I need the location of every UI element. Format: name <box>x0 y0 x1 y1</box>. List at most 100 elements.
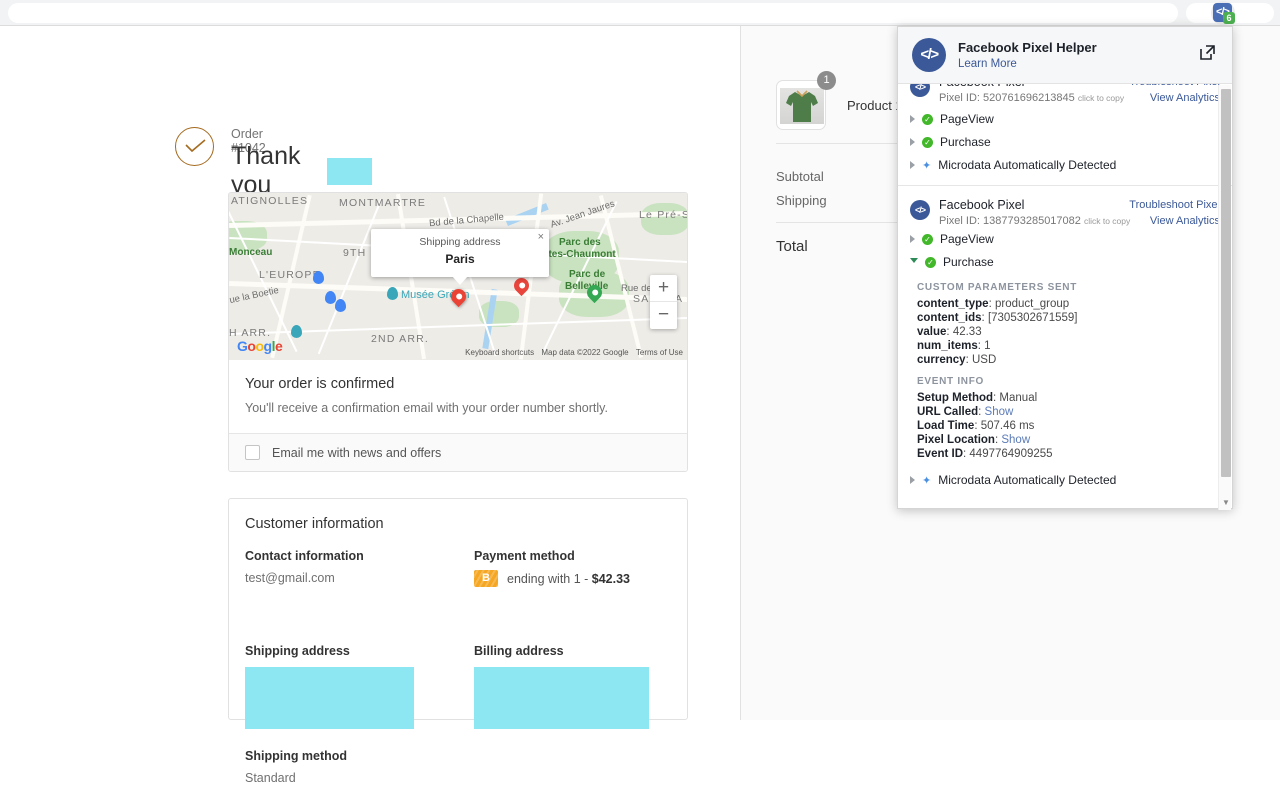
facebook-pixel-helper-popup[interactable]: </> Facebook Pixel Helper Learn More </>… <box>897 26 1233 510</box>
pixel-helper-header: </> Facebook Pixel Helper Learn More <box>898 27 1232 84</box>
payment-method-row: B ending with 1 - $42.33 <box>474 570 689 587</box>
sparkle-icon: ✦ <box>922 474 932 487</box>
map-zoom-controls[interactable]: + − <box>650 275 677 329</box>
close-icon[interactable]: × <box>538 231 544 243</box>
map-credits: Keyboard shortcuts Map data ©2022 Google… <box>460 348 683 357</box>
browser-toolbar <box>0 0 1280 26</box>
keyboard-shortcuts-link[interactable]: Keyboard shortcuts <box>465 348 534 357</box>
pixel-list-scroll-area[interactable]: </> Facebook Pixel Pixel ID: 52076169621… <box>898 84 1232 509</box>
scroll-down-arrow-icon[interactable]: ▼ <box>1222 498 1230 507</box>
confirmation-body: Your order is confirmed You'll receive a… <box>229 360 687 433</box>
event-name: PageView <box>940 232 994 246</box>
click-to-copy-hint: click to copy <box>1077 93 1125 103</box>
order-confirmed-title: Your order is confirmed <box>245 376 395 392</box>
custom-parameter: content_ids: [7305302671559] <box>917 312 1078 324</box>
info-key: Setup Method <box>917 392 994 404</box>
product-thumbnail-wrapper: 1 <box>776 71 836 130</box>
event-info-row: Setup Method: Manual <box>917 392 1038 404</box>
order-details-column: Order #1042 Thank you ATIGNOLLES MONTMAR… <box>0 26 739 785</box>
param-key: content_ids <box>917 312 982 324</box>
show-link[interactable]: Show <box>985 406 1014 418</box>
pixel-block: </> Facebook Pixel Pixel ID: 13877932850… <box>898 186 1232 500</box>
shipping-address-map[interactable]: ATIGNOLLES MONTMARTRE Bd de la Chapelle … <box>229 193 687 360</box>
payment-text-prefix: ending with 1 - <box>507 571 592 586</box>
map-label: MONTMARTRE <box>339 197 427 209</box>
pixel-event-row[interactable]: ✦ Microdata Automatically Detected <box>898 153 1232 176</box>
info-value: Manual <box>999 392 1038 404</box>
customer-name-redaction <box>326 157 373 185</box>
map-label: 9TH <box>343 247 367 259</box>
shipping-method-block: Shipping method Standard <box>245 749 671 785</box>
show-link[interactable]: Show <box>1001 434 1030 446</box>
pixel-identity: Facebook Pixel Pixel ID: 138779328501708… <box>939 198 1130 227</box>
chevron-right-icon[interactable] <box>910 476 915 484</box>
custom-parameter: num_items: 1 <box>917 340 991 352</box>
pixel-event-row[interactable]: ✦ Microdata Automatically Detected <box>898 468 1232 491</box>
shipping-method-value: Standard <box>245 771 296 785</box>
pixel-id[interactable]: Pixel ID: 1387793285017082 click to copy <box>939 215 1130 227</box>
pixel-links: Troubleshoot Pixel View Analytics <box>1129 199 1220 231</box>
map-label: SA <box>633 293 650 305</box>
chevron-right-icon[interactable] <box>910 138 915 146</box>
info-key: URL Called <box>917 406 979 418</box>
pixel-name: Facebook Pixel <box>939 84 1124 89</box>
event-info-row: Pixel Location: Show <box>917 434 1031 446</box>
newsletter-checkbox[interactable] <box>245 445 260 460</box>
param-value: USD <box>971 354 997 366</box>
troubleshoot-pixel-link[interactable]: Troubleshoot Pixel <box>1129 84 1220 88</box>
pixel-event-row-expanded[interactable]: ✓ Purchase <box>898 250 1232 273</box>
custom-parameters-title: CUSTOM PARAMETERS SENT <box>917 282 1078 293</box>
chevron-right-icon[interactable] <box>910 161 915 169</box>
view-analytics-link[interactable]: View Analytics <box>1129 215 1220 227</box>
shipping-method-heading: Shipping method <box>245 749 348 763</box>
payment-method-block: Payment method B ending with 1 - $42.33 <box>474 549 689 587</box>
pixel-event-row[interactable]: ✓ Purchase <box>898 130 1232 153</box>
address-bar[interactable] <box>8 3 1178 23</box>
payment-amount: $42.33 <box>591 571 631 586</box>
popup-scrollbar[interactable]: ▼ <box>1218 85 1231 510</box>
info-key: Event ID <box>917 448 964 460</box>
troubleshoot-pixel-link[interactable]: Troubleshoot Pixel <box>1129 199 1220 211</box>
subtotal-label: Subtotal <box>776 169 824 184</box>
shipping-address-block: Shipping address <box>245 644 460 729</box>
pixel-id-text: Pixel ID: 520761696213845 <box>939 92 1075 104</box>
pixel-id[interactable]: Pixel ID: 520761696213845 click to copy <box>939 92 1124 104</box>
scrollbar-thumb[interactable] <box>1221 89 1231 477</box>
pixel-event-row[interactable]: ✓ PageView <box>898 107 1232 130</box>
shipping-label: Shipping <box>776 193 827 208</box>
map-poi-icon <box>387 287 398 300</box>
chevron-right-icon[interactable] <box>910 235 915 243</box>
shipping-address-heading: Shipping address <box>245 644 350 658</box>
view-analytics-link[interactable]: View Analytics <box>1129 92 1220 104</box>
event-info-title: EVENT INFO <box>917 376 985 387</box>
order-confirmed-subtitle: You'll receive a confirmation email with… <box>245 401 608 415</box>
order-confirmed-check-icon <box>175 127 214 166</box>
chevron-right-icon[interactable] <box>910 115 915 123</box>
newsletter-optin-row[interactable]: Email me with news and offers <box>229 433 687 471</box>
map-poi-icon <box>313 271 324 284</box>
pixel-links: Troubleshoot Pixel View Analytics <box>1129 84 1220 108</box>
map-info-window: Shipping address Paris × <box>371 229 549 285</box>
chevron-down-icon[interactable] <box>910 257 918 267</box>
customer-information-card: Customer information Contact information… <box>228 498 689 785</box>
pixel-block: </> Facebook Pixel Pixel ID: 52076169621… <box>898 84 1232 186</box>
map-poi-icon <box>325 291 336 304</box>
payment-method-value: ending with 1 - $42.33 <box>507 572 630 586</box>
learn-more-link[interactable]: Learn More <box>958 58 1097 70</box>
event-name: PageView <box>940 112 994 126</box>
extension-badge-count: 6 <box>1223 12 1235 24</box>
product-name: Product 1 <box>847 97 903 113</box>
external-link-icon[interactable] <box>1199 44 1216 61</box>
map-poi-icon <box>291 325 302 338</box>
contact-information-value: test@gmail.com <box>245 571 335 585</box>
status-ok-icon: ✓ <box>922 113 933 125</box>
terms-of-use-link[interactable]: Terms of Use <box>636 348 683 357</box>
param-key: value <box>917 326 947 338</box>
zoom-in-button[interactable]: + <box>650 275 677 302</box>
zoom-out-button[interactable]: − <box>650 302 677 329</box>
event-name: Purchase <box>940 135 991 149</box>
payment-card-badge-icon: B <box>474 570 498 587</box>
status-ok-icon: ✓ <box>925 256 936 268</box>
map-label: Parc de <box>569 269 606 280</box>
pixel-helper-title-block: Facebook Pixel Helper Learn More <box>958 40 1097 70</box>
